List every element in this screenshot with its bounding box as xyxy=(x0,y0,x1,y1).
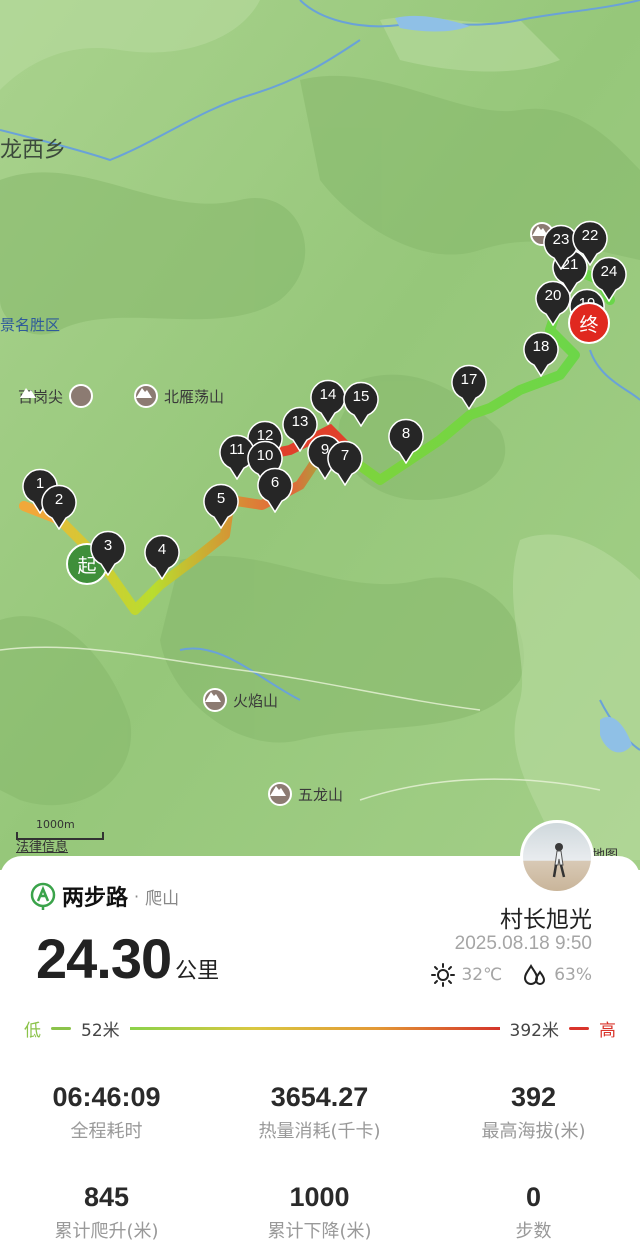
mountain-icon xyxy=(20,384,94,408)
map-view[interactable]: 龙西乡 景名胜区 百岗尖 北雁荡山 火焰山 五龙山 起 1 2 3 4 5 9 … xyxy=(0,0,640,870)
humidity-icon xyxy=(524,964,546,985)
waypoint-pin-7[interactable]: 7 xyxy=(326,440,364,486)
user-name[interactable]: 村长旭光 xyxy=(500,900,592,934)
sun-icon xyxy=(431,963,456,987)
stat-value: 0 xyxy=(525,1182,542,1212)
waypoint-number: 5 xyxy=(216,490,226,507)
waypoint-pin-2[interactable]: 2 xyxy=(40,484,78,530)
waypoint-number: 4 xyxy=(157,541,167,558)
poi-baigangjian[interactable]: 百岗尖 xyxy=(18,384,94,408)
waypoint-pin-6[interactable]: 6 xyxy=(256,467,294,513)
temperature: 32℃ xyxy=(461,965,503,985)
track-datetime: 2025.08.18 9:50 xyxy=(454,933,592,954)
poi-label: 火焰山 xyxy=(233,691,279,710)
avatar[interactable] xyxy=(520,820,594,894)
brand-name: 两步路 xyxy=(62,886,129,911)
stat-value: 1000 xyxy=(289,1182,350,1212)
waypoint-number: 18 xyxy=(532,338,550,355)
elevation-high-value: 392米 xyxy=(509,1020,559,1041)
stat-value: 392 xyxy=(510,1082,557,1112)
waypoint-number: 7 xyxy=(340,447,350,464)
waypoint-number: 6 xyxy=(270,474,280,491)
mountain-icon xyxy=(134,384,158,408)
track-end-pin[interactable]: 终 xyxy=(568,302,610,344)
mountain-icon xyxy=(268,782,292,806)
waypoint-pin-22[interactable]: 22 xyxy=(571,220,609,266)
stat-value: 845 xyxy=(83,1182,130,1212)
waypoint-pin-4[interactable]: 4 xyxy=(143,534,181,580)
legal-info-link[interactable]: 法律信息 xyxy=(16,836,68,855)
place-label-scenic: 景名胜区 xyxy=(0,316,61,334)
poi-label: 五龙山 xyxy=(298,785,344,804)
scale-label: 1000m xyxy=(36,818,75,831)
stat-label: 最高海拔(米) xyxy=(481,1121,586,1142)
waypoint-number: 2 xyxy=(54,491,64,508)
elevation-low-label: 低 xyxy=(24,1020,41,1041)
stat-total-time: 06:46:09 全程耗时 xyxy=(0,1082,213,1143)
waypoint-pin-5[interactable]: 5 xyxy=(202,483,240,529)
stat-label: 累计爬升(米) xyxy=(54,1221,159,1242)
stat-label: 累计下降(米) xyxy=(267,1221,372,1242)
waypoint-number: 3 xyxy=(103,537,113,554)
stat-max-altitude: 392 最高海拔(米) xyxy=(427,1082,640,1143)
waypoint-pin-18[interactable]: 18 xyxy=(522,331,560,377)
waypoint-pin-17[interactable]: 17 xyxy=(450,364,488,410)
distance-value: 24.30 xyxy=(36,927,172,990)
stat-label: 热量消耗(千卡) xyxy=(258,1121,381,1142)
waypoint-number: 10 xyxy=(256,447,274,464)
waypoint-number: 8 xyxy=(401,425,411,442)
waypoint-number: 22 xyxy=(581,227,599,244)
waypoint-pin-15[interactable]: 15 xyxy=(342,381,380,427)
elevation-low-swatch xyxy=(51,1026,71,1030)
elevation-gradient-bar xyxy=(129,1026,500,1030)
poi-wulongshan[interactable]: 五龙山 xyxy=(268,782,343,806)
brand-separator: · xyxy=(134,886,140,906)
activity-type: 爬山 xyxy=(145,888,180,909)
brand: 两步路 · 爬山 xyxy=(30,880,179,912)
waypoint-number: 17 xyxy=(460,371,478,388)
elevation-high-swatch xyxy=(569,1026,589,1030)
elevation-legend: 低 52米 392米 高 xyxy=(24,1016,616,1041)
two-steps-logo-icon xyxy=(30,882,56,910)
weather: 32℃ 63% xyxy=(431,963,592,987)
distance: 24.30 公里 xyxy=(36,926,219,991)
stat-label: 全程耗时 xyxy=(70,1121,143,1142)
elevation-low-value: 52米 xyxy=(81,1020,120,1041)
place-label-longxi: 龙西乡 xyxy=(0,138,67,163)
distance-unit: 公里 xyxy=(175,959,220,984)
waypoint-pin-3[interactable]: 3 xyxy=(89,530,127,576)
waypoint-pin-8[interactable]: 8 xyxy=(387,418,425,464)
hiker-figure xyxy=(552,843,566,878)
stat-total-descent: 1000 累计下降(米) xyxy=(213,1182,426,1243)
poi-beiyandangshan[interactable]: 北雁荡山 xyxy=(134,384,224,408)
stat-steps: 0 步数 xyxy=(427,1182,640,1243)
track-summary-card: 两步路 · 爬山 24.30 公里 村长旭光 2025.08.18 9:50 3… xyxy=(0,820,640,1256)
mountain-icon xyxy=(203,688,227,712)
stat-value: 06:46:09 xyxy=(52,1082,161,1112)
poi-label: 北雁荡山 xyxy=(164,387,225,406)
stat-total-ascent: 845 累计爬升(米) xyxy=(0,1182,213,1243)
humidity: 63% xyxy=(554,965,592,985)
stat-label: 步数 xyxy=(515,1221,552,1242)
elevation-high-label: 高 xyxy=(599,1020,616,1041)
poi-huoyanshan[interactable]: 火焰山 xyxy=(203,688,278,712)
waypoint-number: 15 xyxy=(352,388,370,405)
stat-value: 3654.27 xyxy=(270,1082,369,1112)
stat-calories: 3654.27 热量消耗(千卡) xyxy=(213,1082,426,1143)
